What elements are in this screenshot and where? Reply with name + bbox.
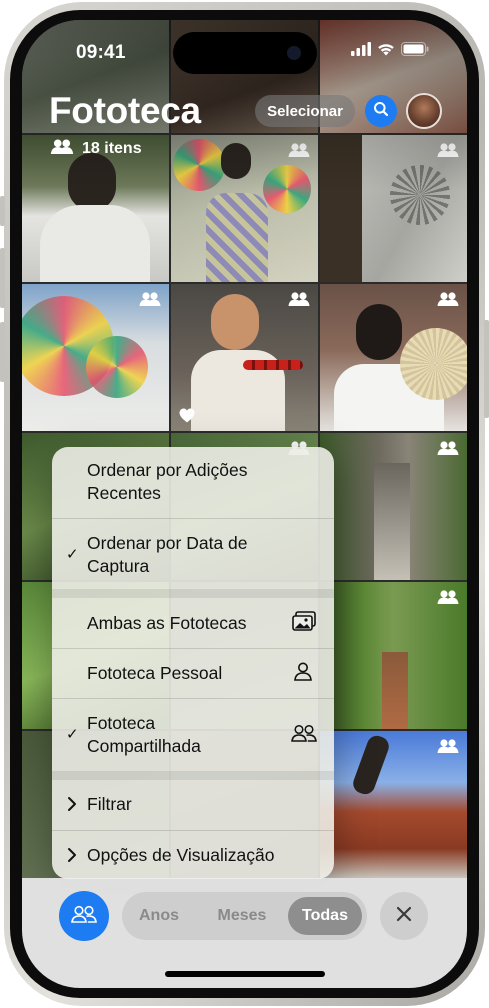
photo-tile[interactable] <box>171 135 318 282</box>
chevron-right-icon <box>67 846 77 869</box>
chevron-right-icon <box>67 795 77 818</box>
menu-item-label: Ordenar por Adições Recentes <box>87 460 248 503</box>
menu-item-label: Filtrar <box>87 794 132 814</box>
shared-icon <box>139 291 161 307</box>
photo-tile[interactable] <box>320 731 467 878</box>
status-time: 09:41 <box>76 42 126 63</box>
photo-tile[interactable] <box>320 433 467 580</box>
people-icon <box>291 724 317 748</box>
photo-tile[interactable] <box>171 284 318 431</box>
photo-tile[interactable] <box>320 135 467 282</box>
segment-months[interactable]: Meses <box>202 892 282 940</box>
shared-icon <box>288 142 310 158</box>
checkmark-icon: ✓ <box>66 546 79 563</box>
shared-icon <box>437 142 459 158</box>
battery-icon <box>401 42 429 61</box>
power-button <box>484 320 489 418</box>
menu-item-label: Ambas as Fototecas <box>87 613 247 633</box>
menu-item-label: Fototeca Pessoal <box>87 663 223 683</box>
person-icon <box>294 662 312 687</box>
camera-icon <box>287 46 301 60</box>
avatar[interactable] <box>406 93 442 129</box>
search-button[interactable] <box>365 95 397 127</box>
shared-icon <box>437 291 459 307</box>
sort-filter-menu: Ordenar por Adições Recentes ✓ Ordenar p… <box>52 447 334 879</box>
cellular-signal-icon <box>351 42 371 61</box>
close-icon <box>396 906 412 927</box>
items-count: 18 itens <box>50 138 142 160</box>
menu-sort-capture[interactable]: ✓ Ordenar por Data de Captura <box>52 519 334 589</box>
people-icon <box>71 905 97 928</box>
volume-down-button <box>0 322 5 382</box>
menu-library-personal[interactable]: Fototeca Pessoal <box>52 649 334 698</box>
menu-sort-recent[interactable]: Ordenar por Adições Recentes <box>52 447 334 518</box>
wifi-icon <box>377 42 395 61</box>
time-scope-segmented-control: Anos Meses Todas <box>122 892 367 940</box>
home-indicator[interactable] <box>165 971 325 977</box>
items-count-label: 18 itens <box>82 140 142 157</box>
menu-library-both[interactable]: Ambas as Fototecas <box>52 598 334 648</box>
heart-icon <box>179 408 195 423</box>
section-divider <box>52 771 334 780</box>
photo-stack-icon <box>292 611 316 637</box>
search-icon <box>373 101 389 122</box>
checkmark-icon: ✓ <box>66 726 79 743</box>
status-icons <box>351 42 429 61</box>
shared-icon <box>437 589 459 605</box>
menu-view-options[interactable]: Opções de Visualização <box>52 831 334 879</box>
segment-all[interactable]: Todas <box>288 897 362 935</box>
page-title: Fototeca <box>49 90 201 131</box>
shared-library-button[interactable] <box>59 891 109 941</box>
menu-item-label: Ordenar por Data de Captura <box>87 533 248 576</box>
photo-tile[interactable] <box>320 582 467 729</box>
segment-years[interactable]: Anos <box>126 892 192 940</box>
menu-library-shared[interactable]: ✓ Fototeca Compartilhada <box>52 699 334 771</box>
people-icon <box>50 138 74 160</box>
menu-item-label: Fototeca Compartilhada <box>87 713 201 756</box>
dynamic-island <box>173 32 317 74</box>
screen: 09:41 Fototeca 18 itens Selecionar Orden… <box>22 20 467 988</box>
volume-up-button <box>0 248 5 308</box>
shared-icon <box>288 291 310 307</box>
action-button <box>0 196 5 226</box>
menu-filter[interactable]: Filtrar <box>52 780 334 830</box>
photo-tile[interactable] <box>22 284 169 431</box>
select-button[interactable]: Selecionar <box>255 95 355 127</box>
photo-tile[interactable] <box>320 284 467 431</box>
shared-icon <box>437 440 459 456</box>
close-button[interactable] <box>380 892 428 940</box>
section-divider <box>52 589 334 598</box>
menu-item-label: Opções de Visualização <box>87 845 275 865</box>
shared-icon <box>437 738 459 754</box>
